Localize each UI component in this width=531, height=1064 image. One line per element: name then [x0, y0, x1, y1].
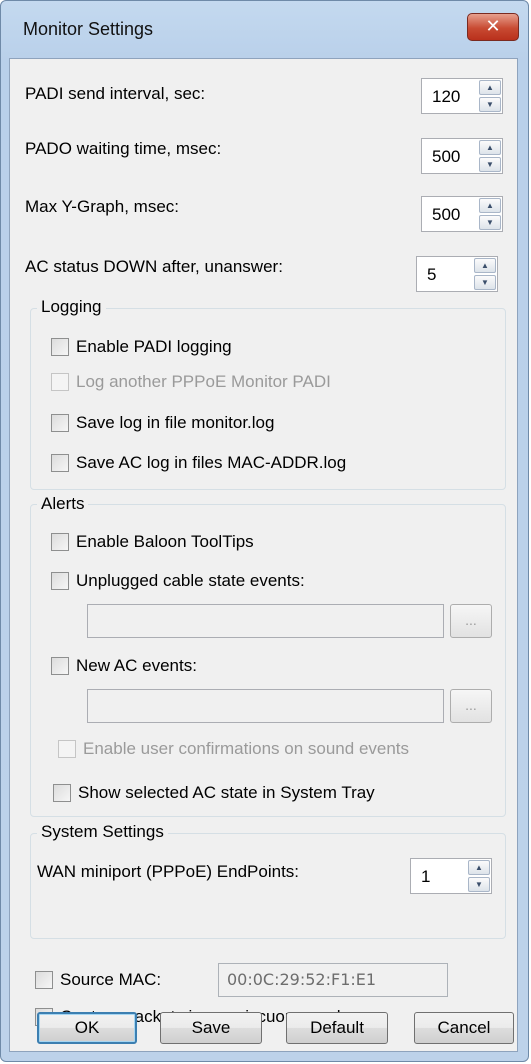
- padi-interval-label: PADI send interval, sec:: [25, 84, 206, 103]
- spin-up-icon[interactable]: ▲: [479, 198, 501, 213]
- ac-status-down-spinner[interactable]: 5 ▲ ▼: [416, 256, 498, 292]
- close-icon: ✕: [485, 16, 501, 36]
- checkbox-box[interactable]: [51, 572, 69, 590]
- spin-down-icon[interactable]: ▼: [479, 215, 501, 230]
- max-y-graph-spinner[interactable]: 500 ▲ ▼: [421, 196, 503, 232]
- checkbox-box[interactable]: [51, 338, 69, 356]
- spin-up-icon[interactable]: ▲: [479, 140, 501, 155]
- logging-group-title: Logging: [37, 297, 106, 317]
- source-mac-label[interactable]: Source MAC:: [60, 970, 161, 990]
- save-button[interactable]: Save: [160, 1012, 262, 1044]
- spin-down-icon[interactable]: ▼: [479, 157, 501, 172]
- padi-interval-value[interactable]: 120: [432, 87, 460, 107]
- pado-waiting-value[interactable]: 500: [432, 147, 460, 167]
- checkbox-box[interactable]: [51, 414, 69, 432]
- new-ac-events-label[interactable]: New AC events:: [76, 656, 197, 676]
- unplugged-browse-button: ...: [450, 604, 492, 638]
- pado-waiting-spinner[interactable]: 500 ▲ ▼: [421, 138, 503, 174]
- new-ac-sound-path-field: [87, 689, 444, 723]
- spin-down-icon[interactable]: ▼: [468, 877, 490, 892]
- pado-waiting-label: PADO waiting time, msec:: [25, 139, 222, 158]
- new-ac-browse-button: ...: [450, 689, 492, 723]
- system-settings-group-title: System Settings: [37, 822, 168, 842]
- alerts-group-title: Alerts: [37, 494, 89, 514]
- wan-endpoints-spinner[interactable]: 1 ▲ ▼: [410, 858, 492, 894]
- log-another-padi-label: Log another PPPoE Monitor PADI: [76, 372, 331, 391]
- checkbox-box[interactable]: [51, 657, 69, 675]
- ok-button[interactable]: OK: [37, 1012, 137, 1044]
- checkbox-box[interactable]: [51, 454, 69, 472]
- checkbox-box[interactable]: [51, 533, 69, 551]
- dialog-client: PADI send interval, sec: 120 ▲ ▼ PADO wa…: [9, 58, 518, 1052]
- unplugged-sound-path-field: [87, 604, 444, 638]
- enable-padi-logging-label[interactable]: Enable PADI logging: [76, 337, 232, 357]
- spin-up-icon[interactable]: ▲: [468, 860, 490, 875]
- wan-endpoints-value[interactable]: 1: [421, 867, 430, 887]
- spin-down-icon[interactable]: ▼: [474, 275, 496, 290]
- max-y-graph-label: Max Y-Graph, msec:: [25, 197, 180, 216]
- cancel-button[interactable]: Cancel: [414, 1012, 514, 1044]
- unplugged-cable-events-label[interactable]: Unplugged cable state events:: [76, 571, 305, 591]
- show-tray-state-label[interactable]: Show selected AC state in System Tray: [78, 783, 375, 803]
- spin-down-icon[interactable]: ▼: [479, 97, 501, 112]
- save-ac-log-label[interactable]: Save AC log in files MAC-ADDR.log: [76, 453, 346, 473]
- checkbox-box[interactable]: [35, 971, 53, 989]
- spin-up-icon[interactable]: ▲: [479, 80, 501, 95]
- title-bar: Monitor Settings ✕: [1, 1, 528, 59]
- wan-endpoints-label: WAN miniport (PPPoE) EndPoints:: [37, 862, 300, 881]
- window-title: Monitor Settings: [23, 19, 154, 39]
- padi-interval-spinner[interactable]: 120 ▲ ▼: [421, 78, 503, 114]
- save-log-label[interactable]: Save log in file monitor.log: [76, 413, 274, 433]
- close-button[interactable]: ✕: [467, 13, 519, 41]
- user-confirmations-label: Enable user confirmations on sound event…: [83, 739, 410, 758]
- checkbox-box: [51, 373, 69, 391]
- checkbox-box: [58, 740, 76, 758]
- ac-status-down-value[interactable]: 5: [427, 265, 436, 285]
- source-mac-field: 00:0C:29:52:F1:E1: [218, 963, 448, 997]
- checkbox-box[interactable]: [53, 784, 71, 802]
- spin-up-icon[interactable]: ▲: [474, 258, 496, 273]
- max-y-graph-value[interactable]: 500: [432, 205, 460, 225]
- enable-balloon-tooltips-label[interactable]: Enable Baloon ToolTips: [76, 532, 254, 552]
- default-button[interactable]: Default: [286, 1012, 388, 1044]
- ac-status-down-label: AC status DOWN after, unanswer:: [25, 257, 283, 276]
